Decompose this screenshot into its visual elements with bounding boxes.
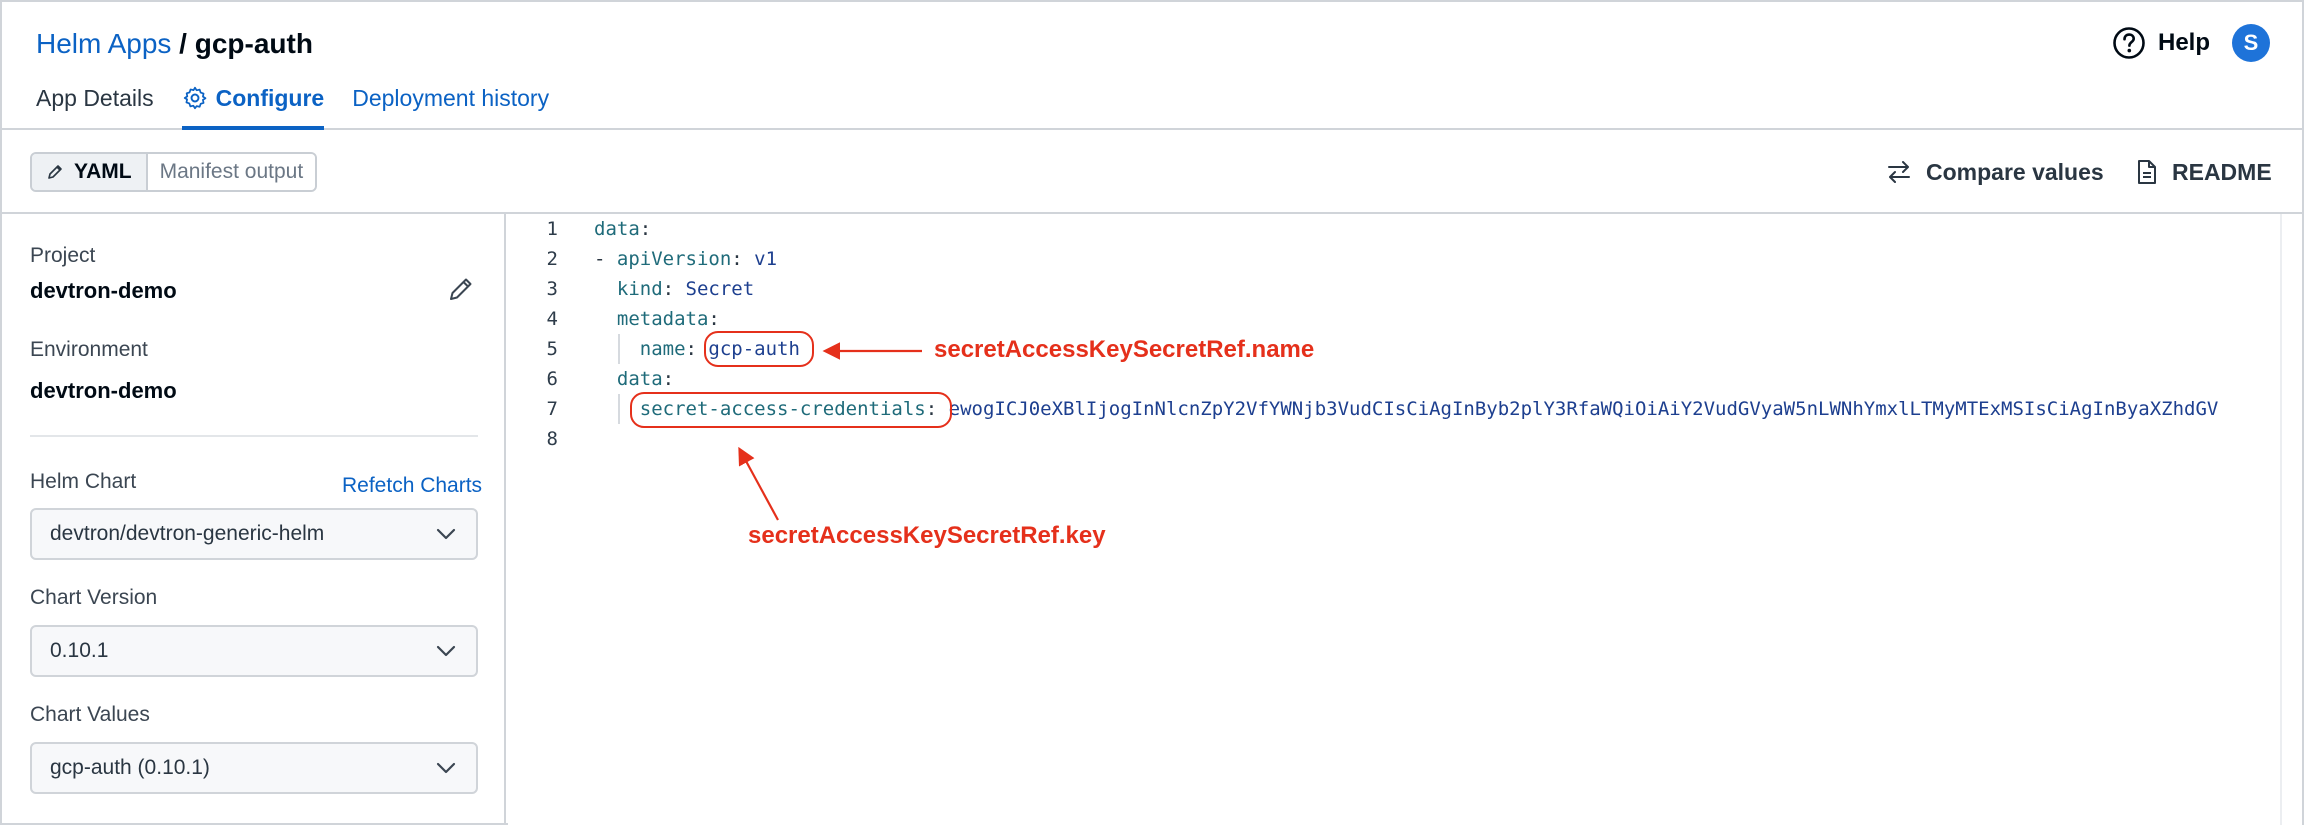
line-number: 1	[546, 218, 558, 240]
breadcrumb-helm-apps-link[interactable]: Helm Apps	[36, 28, 171, 59]
divider	[30, 435, 478, 437]
manifest-output-button[interactable]: Manifest output	[147, 154, 316, 190]
chevron-down-icon	[436, 645, 456, 657]
readme-button[interactable]: README	[2136, 154, 2272, 190]
compare-values-button[interactable]: Compare values	[1886, 154, 2104, 190]
avatar[interactable]: S	[2232, 24, 2270, 62]
helm-chart-value: devtron/devtron-generic-helm	[50, 522, 325, 545]
tab-deployment-history[interactable]: Deployment history	[352, 80, 549, 130]
yaml-value: ewogICJ0eXBlIjogInNlcnZpY2VfYWNjb3VudCIs…	[948, 398, 2219, 420]
pencil-icon	[48, 165, 62, 179]
line-number: 2	[546, 248, 558, 270]
chart-values-label: Chart Values	[30, 703, 150, 726]
edit-project-pencil-icon[interactable]	[446, 274, 476, 304]
line-number: 7	[546, 398, 558, 420]
page-title: gcp-auth	[194, 28, 313, 59]
yaml-list-dash: -	[594, 248, 617, 270]
document-icon	[2138, 160, 2156, 184]
chart-values-select[interactable]: gcp-auth (0.10.1)	[30, 742, 478, 794]
yaml-key: data	[594, 218, 640, 240]
yaml-value: v1	[754, 248, 778, 270]
project-label: Project	[30, 244, 96, 267]
app-settings-sidebar: Project devtron-demo Environment devtron…	[2, 214, 506, 825]
view-mode-toggle: YAML Manifest output	[30, 152, 318, 192]
compare-values-label: Compare values	[1926, 158, 2104, 185]
chart-version-select[interactable]: 0.10.1	[30, 625, 478, 677]
help-circle-icon	[2113, 27, 2145, 59]
tab-label: Configure	[215, 85, 325, 111]
breadcrumb: Helm Apps / gcp-auth	[36, 26, 313, 62]
environment-label: Environment	[30, 338, 148, 361]
yaml-label: YAML	[74, 160, 132, 183]
code-line-3: kind: Secret	[616, 278, 755, 300]
tab-configure[interactable]: Configure	[181, 80, 325, 130]
yaml-code-editor[interactable]: 1 2 3 4 5 6 7 8 data: - apiVersion: v1 k…	[508, 214, 2280, 825]
line-number: 6	[546, 368, 558, 390]
code-line-2: - apiVersion: v1	[594, 248, 778, 270]
editor-scrollbar[interactable]	[2280, 214, 2302, 825]
tab-app-details[interactable]: App Details	[36, 80, 154, 130]
breadcrumb-separator: /	[171, 28, 195, 59]
readme-label: README	[2172, 158, 2272, 185]
help-button[interactable]: Help	[2112, 24, 2210, 62]
yaml-value: Secret	[685, 278, 755, 300]
code-line-1: data:	[594, 218, 652, 240]
gear-icon	[183, 86, 206, 110]
yaml-key: kind	[616, 278, 663, 300]
yaml-key: metadata	[616, 308, 709, 330]
tab-bar: App Details Configure Deployment history	[36, 80, 577, 130]
chevron-down-icon	[436, 762, 456, 774]
helm-chart-select[interactable]: devtron/devtron-generic-helm	[30, 508, 478, 560]
project-value: devtron-demo	[30, 278, 177, 303]
editor-toolbar: YAML Manifest output Compare values READ…	[2, 132, 2302, 214]
yaml-key: data	[616, 368, 663, 390]
page-header: Helm Apps / gcp-auth Help S App Details …	[2, 2, 2302, 130]
line-number: 5	[546, 338, 558, 360]
name-highlight-box	[704, 331, 814, 367]
help-label: Help	[2158, 29, 2211, 56]
line-number: 3	[546, 278, 558, 300]
annotation-arrows	[738, 342, 922, 521]
tab-label: Deployment history	[352, 85, 550, 111]
chart-values-value: gcp-auth (0.10.1)	[50, 756, 210, 779]
key-highlight-box	[630, 392, 952, 428]
tab-label: App Details	[36, 85, 154, 111]
key-annotation-label: secretAccessKeySecretRef.key	[748, 522, 1106, 549]
line-number: 8	[546, 428, 558, 450]
swap-arrows-icon	[1888, 161, 1910, 183]
name-annotation-label: secretAccessKeySecretRef.name	[934, 336, 1315, 363]
arrow-to-key	[738, 446, 779, 521]
chart-version-value: 0.10.1	[50, 639, 109, 662]
code-line-6: data:	[616, 368, 675, 390]
refetch-charts-link[interactable]: Refetch Charts	[342, 474, 482, 498]
line-number: 4	[546, 308, 558, 330]
chevron-down-icon	[436, 528, 456, 540]
code-line-4: metadata:	[616, 308, 720, 330]
yaml-key: name	[639, 338, 686, 360]
yaml-key: apiVersion	[616, 248, 732, 270]
app-window: Helm Apps / gcp-auth Help S App Details …	[0, 0, 2304, 825]
environment-value: devtron-demo	[30, 378, 177, 403]
helm-chart-label: Helm Chart	[30, 470, 137, 493]
chart-version-label: Chart Version	[30, 586, 158, 609]
yaml-mode-button[interactable]: YAML	[32, 154, 148, 190]
